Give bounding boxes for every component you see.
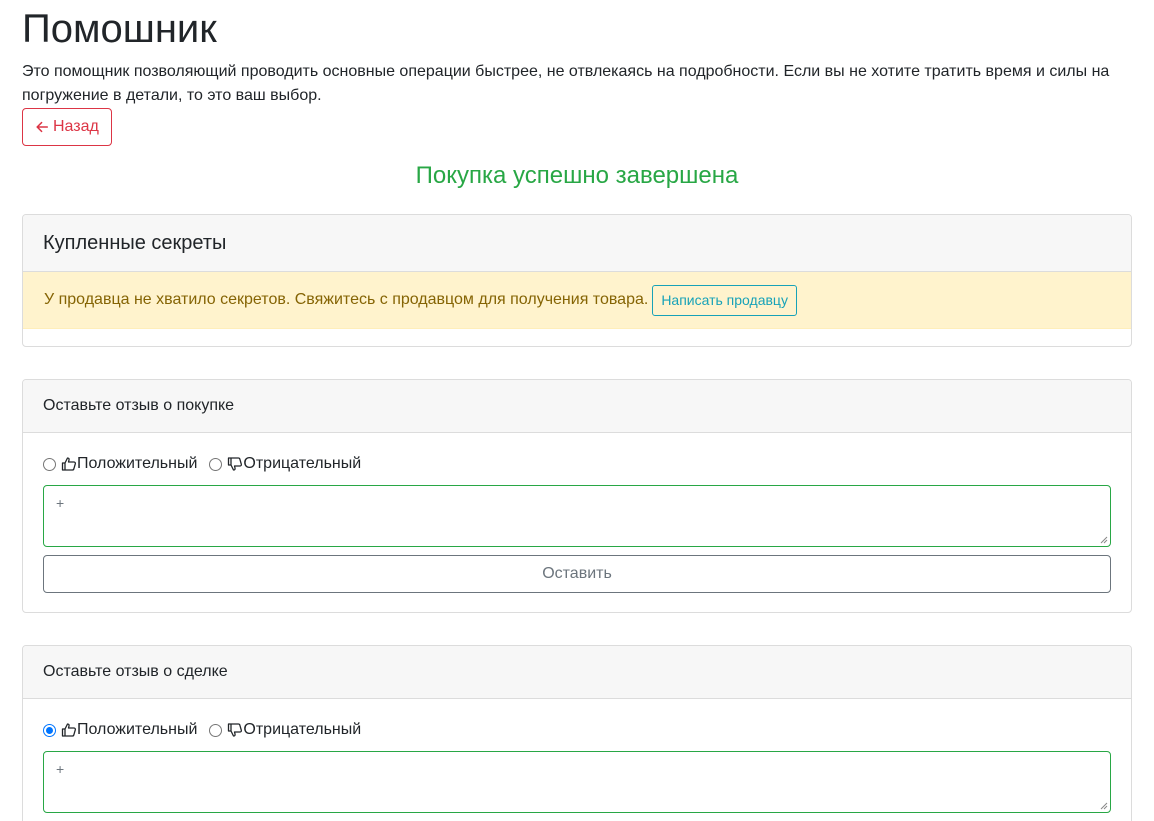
deal-negative-label: Отрицательный bbox=[243, 721, 362, 738]
intro-text: Это помощник позволяющий проводить основ… bbox=[22, 63, 1110, 104]
review-deal-header: Оставьте отзыв о сделке bbox=[23, 646, 1131, 699]
resize-grip-icon[interactable] bbox=[1100, 536, 1108, 544]
purchased-secrets-title: Купленные секреты bbox=[43, 231, 227, 254]
purchase-negative-label: Отрицательный bbox=[243, 455, 362, 472]
back-button-label: Назад bbox=[53, 118, 99, 135]
purchased-secrets-card: Купленные секреты У продавца не хватило … bbox=[22, 214, 1132, 347]
resize-grip-icon[interactable] bbox=[1100, 802, 1108, 810]
review-purchase-card: Оставьте отзыв о покупке Положительный О… bbox=[22, 379, 1132, 613]
thumbs-down-icon bbox=[228, 457, 243, 471]
submit-purchase-review-button[interactable]: Оставить bbox=[43, 555, 1111, 593]
purchased-secrets-header: Купленные секреты bbox=[23, 215, 1131, 272]
review-purchase-rating: Положительный Отрицательный bbox=[43, 454, 361, 474]
thumbs-up-icon bbox=[61, 457, 77, 471]
back-button[interactable]: Назад bbox=[22, 108, 112, 146]
review-deal-card: Оставьте отзыв о сделке Положительный От… bbox=[22, 645, 1132, 821]
purchase-positive-option[interactable]: Положительный bbox=[43, 455, 197, 473]
purchase-review-text: + bbox=[56, 495, 65, 511]
purchase-positive-label: Положительный bbox=[77, 455, 198, 472]
purchase-review-textarea[interactable]: + bbox=[43, 485, 1111, 547]
success-message: Покупка успешно завершена bbox=[415, 162, 739, 189]
deal-review-textarea[interactable]: + bbox=[43, 751, 1111, 813]
arrow-left-icon bbox=[36, 121, 49, 133]
review-purchase-header: Оставьте отзыв о покупке bbox=[23, 380, 1131, 433]
deal-negative-option[interactable]: Отрицательный bbox=[209, 721, 361, 739]
purchase-negative-option[interactable]: Отрицательный bbox=[209, 455, 361, 473]
seller-warning-text: У продавца не хватило секретов. Свяжитес… bbox=[44, 291, 649, 308]
page: Помошник Это помощник позволяющий провод… bbox=[0, 0, 1154, 821]
thumbs-up-icon bbox=[61, 723, 77, 737]
thumbs-down-icon bbox=[228, 723, 243, 737]
purchase-negative-radio[interactable] bbox=[209, 457, 223, 471]
deal-review-text: + bbox=[56, 761, 65, 777]
deal-positive-label: Положительный bbox=[77, 721, 198, 738]
purchase-positive-radio[interactable] bbox=[43, 457, 56, 471]
contact-seller-button[interactable]: Написать продавцу bbox=[652, 284, 797, 316]
review-deal-rating: Положительный Отрицательный bbox=[43, 720, 361, 740]
review-deal-title: Оставьте отзыв о сделке bbox=[43, 663, 228, 680]
seller-warning-alert: У продавца не хватило секретов. Свяжитес… bbox=[23, 272, 1131, 329]
deal-negative-radio[interactable] bbox=[209, 723, 223, 737]
deal-positive-option[interactable]: Положительный bbox=[43, 721, 197, 739]
review-purchase-title: Оставьте отзыв о покупке bbox=[43, 397, 235, 414]
page-title: Помошник bbox=[22, 7, 217, 51]
deal-positive-radio[interactable] bbox=[43, 723, 56, 737]
